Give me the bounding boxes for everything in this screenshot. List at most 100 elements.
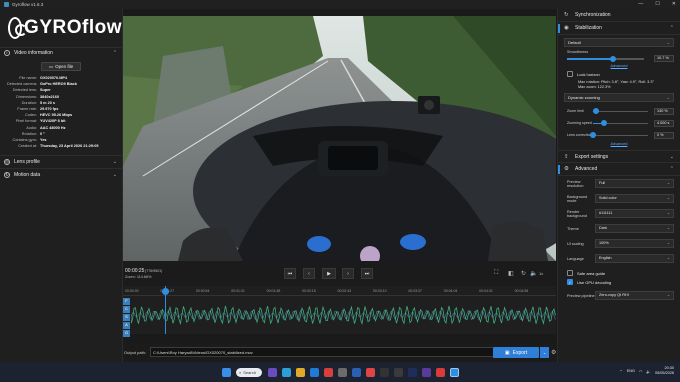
advanced-link[interactable]: Advanced — [558, 64, 680, 68]
advanced-setting-row: Theme Dark ⌄ — [567, 221, 674, 236]
checkbox-box[interactable] — [567, 71, 573, 77]
lens-correction-slider[interactable]: 0 % — [590, 131, 674, 140]
video-info-key: Pixel format: — [15, 119, 37, 124]
photoshop-icon[interactable] — [407, 367, 417, 377]
zoom-mode-select[interactable]: Dynamic zooming ⌄ — [564, 93, 674, 102]
pdf-reader-icon[interactable] — [435, 367, 445, 377]
stabilization-method-select[interactable]: Default ⌄ — [564, 38, 674, 47]
open-file-button[interactable]: ▭ Open file — [41, 62, 81, 71]
timeline-tick-label: 00:02:43 — [337, 289, 352, 293]
advanced-setting-select[interactable]: English ⌄ — [595, 254, 674, 263]
export-button[interactable]: ▣ Export — [493, 347, 539, 358]
playhead[interactable] — [162, 286, 169, 334]
zoom-limit-value[interactable]: 130 % — [654, 107, 674, 115]
maximize-button[interactable]: ☐ — [655, 1, 659, 7]
terminal-icon[interactable] — [379, 367, 389, 377]
advanced-link-2[interactable]: Advanced — [558, 142, 680, 146]
capcut-icon[interactable] — [393, 367, 403, 377]
word-icon[interactable] — [351, 367, 361, 377]
volume-icon[interactable]: 🔈 — [530, 270, 537, 277]
motion-data-header[interactable]: ↻ Motion data ⌄ — [0, 168, 122, 181]
preview-pipeline-select[interactable]: Zero-copy Qt RHI ⌄ — [595, 291, 674, 300]
timeline[interactable]: 00:00:0000:00:2700:00:5400:01:2100:01:48… — [123, 286, 556, 337]
smoothness-slider[interactable]: 10.7 % — [567, 54, 674, 63]
advanced-setting-select[interactable]: #111111 ⌄ — [595, 209, 674, 218]
playback-speed[interactable]: 1x — [539, 271, 543, 276]
lens-correction-value[interactable]: 0 % — [654, 131, 674, 139]
crop-icon[interactable]: ⛶ — [494, 270, 498, 277]
synchronization-header[interactable]: ↻ Synchronization — [558, 9, 680, 22]
advanced-setting-select[interactable]: Solid color ⌄ — [595, 194, 674, 203]
stabilization-title: Stabilization — [575, 25, 602, 31]
go-to-start-button[interactable]: ⏮ — [284, 268, 296, 279]
advanced-setting-select[interactable]: Full ⌄ — [595, 179, 674, 188]
frame-counter: (776/9601) — [145, 269, 163, 273]
advanced-setting-value: Solid color — [599, 196, 617, 200]
slider-knob[interactable] — [590, 132, 596, 138]
slider-knob[interactable] — [592, 108, 599, 114]
preview-pipeline-value: Zero-copy Qt RHI — [599, 293, 629, 297]
lock-horizon-checkbox[interactable]: Lock horizon — [567, 71, 671, 77]
slider-knob[interactable] — [610, 55, 617, 62]
start-icon[interactable] — [221, 367, 231, 377]
zooming-speed-value[interactable]: 4.000 s — [654, 119, 674, 127]
tray-chevron-icon[interactable]: ⌃ — [620, 369, 623, 374]
advanced-setting-value: Dark — [599, 226, 608, 230]
stabilization-header[interactable]: ◉ Stabilization ⌃ — [558, 22, 680, 35]
task-view-icon[interactable] — [267, 367, 277, 377]
timeline-tool-button[interactable]: A — [123, 322, 130, 329]
store-icon[interactable] — [337, 367, 347, 377]
advanced-header[interactable]: ⚙ Advanced ⌃ — [558, 163, 680, 176]
lens-profile-header[interactable]: ◎ Lens profile ⌄ — [0, 155, 122, 168]
preview-pipeline-row: Preview pipeline Zero-copy Qt RHI ⌄ — [567, 288, 674, 303]
smoothness-value[interactable]: 10.7 % — [654, 55, 674, 62]
previous-frame-button[interactable]: ‹ — [303, 268, 315, 279]
slider-knob[interactable] — [601, 120, 607, 126]
file-explorer-icon[interactable] — [295, 367, 305, 377]
timeline-tool-button[interactable]: G — [123, 330, 130, 337]
close-button[interactable]: ✕ — [672, 1, 676, 7]
timeline-tool-button[interactable]: F — [123, 298, 130, 305]
video-info-value: GX020070.MP4 — [40, 76, 68, 81]
language-indicator[interactable]: ENG — [627, 369, 635, 373]
zooming-speed-slider[interactable]: 4.000 s — [593, 119, 674, 128]
video-preview[interactable] — [123, 16, 556, 261]
timeline-tick-label: 00:04:31 — [479, 289, 493, 293]
compare-icon[interactable]: ◧ — [508, 270, 514, 277]
gyroflow-taskbar-icon[interactable] — [449, 367, 459, 377]
zoom-limit-slider[interactable]: 130 % — [592, 107, 674, 116]
wifi-icon[interactable]: ◠ — [639, 369, 642, 374]
output-path-field[interactable]: C:\Users\Roy Haryadi\Videos\GX020070_sta… — [150, 347, 500, 357]
left-panel: GYROflow i Video information ⌃ ▭ Open fi… — [0, 9, 123, 362]
taskbar-search[interactable]: ⌕ Search — [236, 367, 262, 377]
video-info-value: 0 ° — [40, 131, 45, 136]
gpu-decoding-checkbox[interactable]: ✓ Use GPU decoding — [567, 279, 671, 285]
video-info-key: Rotation: — [21, 131, 37, 136]
chrome-icon[interactable] — [323, 367, 333, 377]
volume-icon[interactable]: 🔈 — [646, 369, 651, 374]
output-path-label: Output path: — [124, 350, 147, 355]
timeline-tool-button[interactable]: S — [123, 314, 130, 321]
edge-icon[interactable] — [309, 367, 319, 377]
minimize-button[interactable]: — — [638, 1, 643, 7]
export-options-button[interactable]: ⌄ — [540, 347, 549, 358]
brave-icon[interactable] — [365, 367, 375, 377]
advanced-setting-select[interactable]: Dark ⌄ — [595, 224, 674, 233]
advanced-setting-select[interactable]: 100% ⌄ — [595, 239, 674, 248]
checkbox-checked-icon[interactable]: ✓ — [567, 279, 573, 285]
next-frame-button[interactable]: › — [342, 268, 354, 279]
timeline-tool-button[interactable]: C — [123, 306, 130, 313]
go-to-end-button[interactable]: ⏭ — [361, 268, 373, 279]
clock[interactable]: 20:30 05/05/2026 — [655, 366, 674, 376]
premiere-icon[interactable] — [421, 367, 431, 377]
safe-area-checkbox[interactable]: Safe area guide — [567, 270, 671, 276]
gear-icon[interactable]: ⚙ — [551, 349, 556, 356]
play-button[interactable]: ▶ — [322, 268, 336, 279]
stabilize-toggle-icon[interactable]: ↻ — [521, 270, 526, 277]
checkbox-box[interactable] — [567, 270, 573, 276]
windows-taskbar: ⌕ Search ⌃ ENG ◠ 🔈 20:30 05/05/2026 — [0, 362, 680, 382]
video-information-header[interactable]: i Video information ⌃ — [0, 47, 122, 58]
timeline-tick-label: 00:04:58 — [514, 289, 529, 293]
export-settings-header[interactable]: ⇪ Export settings ⌄ — [558, 150, 680, 163]
copilot-icon[interactable] — [281, 367, 291, 377]
